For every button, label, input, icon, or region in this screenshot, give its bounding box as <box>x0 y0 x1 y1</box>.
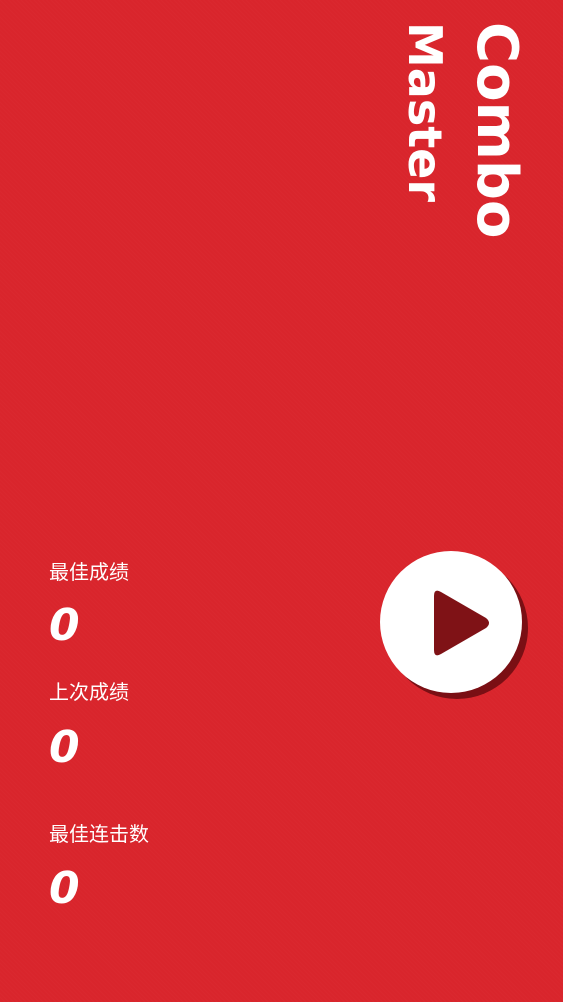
best-combo-value: 0 <box>49 863 80 914</box>
last-score-label: 上次成绩 <box>49 680 129 704</box>
play-button[interactable] <box>380 551 522 693</box>
game-start-screen: Combo Master 最佳成绩 0 上次成绩 0 最佳连击数 0 <box>0 0 563 1002</box>
game-title: Combo Master <box>388 22 538 252</box>
best-score-label: 最佳成绩 <box>49 560 129 584</box>
last-score-value: 0 <box>49 722 80 773</box>
best-score-value: 0 <box>49 600 80 651</box>
title-line-combo: Combo <box>464 22 529 239</box>
title-line-master: Master <box>398 22 452 203</box>
play-icon <box>434 590 489 656</box>
best-combo-label: 最佳连击数 <box>49 822 149 846</box>
